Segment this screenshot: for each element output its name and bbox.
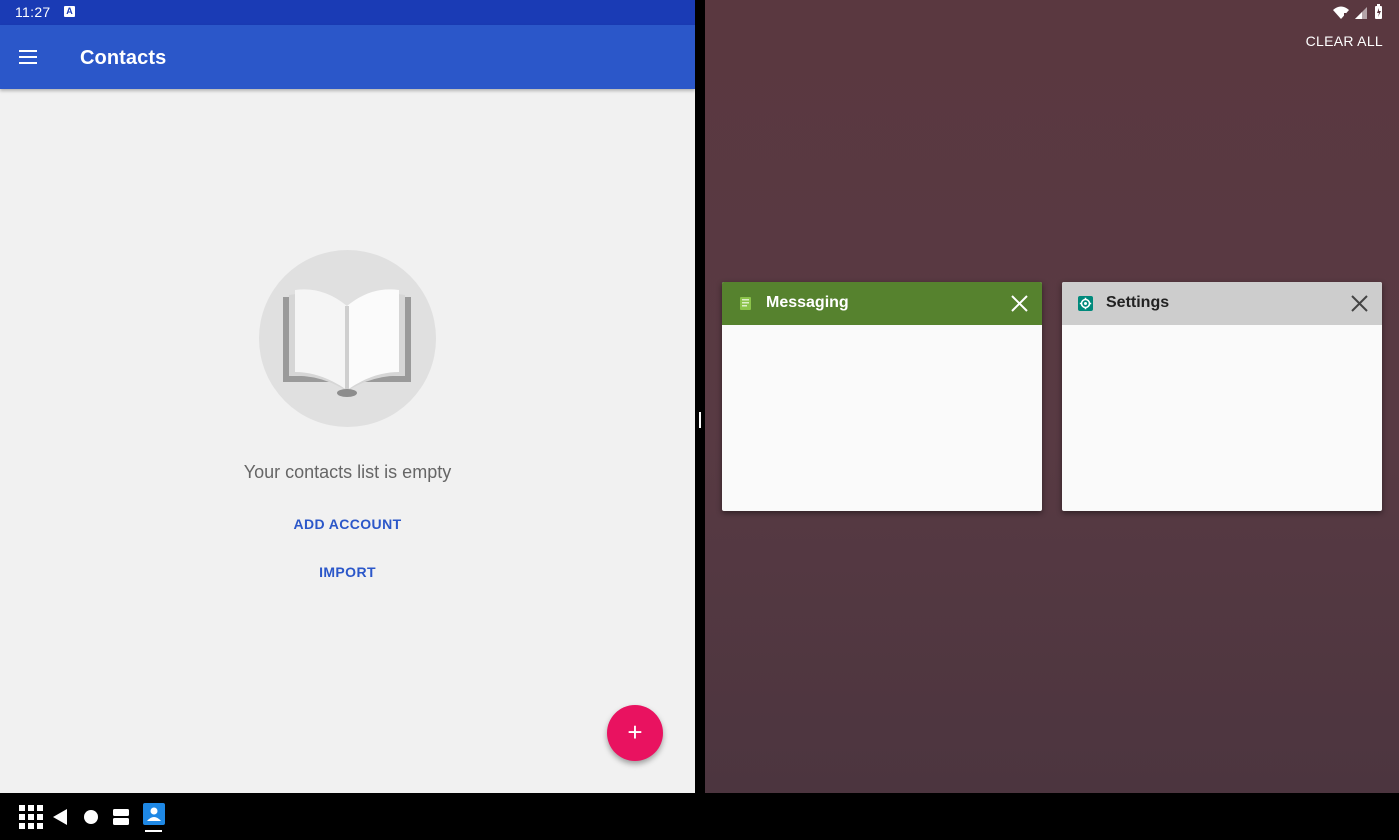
add-contact-fab[interactable]: + <box>607 705 663 761</box>
open-book-icon <box>283 289 411 397</box>
messaging-icon <box>740 297 751 310</box>
back-icon[interactable] <box>50 804 76 830</box>
taskbar <box>0 793 1399 840</box>
active-app-indicator <box>145 830 162 832</box>
close-icon[interactable] <box>1009 293 1030 314</box>
status-time: 11:27 <box>15 4 51 20</box>
notification-a-icon: A <box>64 6 75 17</box>
recents-pane: CLEAR ALL Messaging Settings <box>705 0 1399 793</box>
overview-icon[interactable] <box>108 804 134 830</box>
import-button[interactable]: IMPORT <box>0 564 695 580</box>
task-card-title: Settings <box>1106 294 1170 311</box>
empty-book-illustration <box>259 250 436 427</box>
app-bar: Contacts <box>0 25 695 89</box>
recent-task-card-settings[interactable]: Settings <box>1062 282 1382 511</box>
close-icon[interactable] <box>1349 293 1370 314</box>
add-account-button[interactable]: ADD ACCOUNT <box>0 516 695 532</box>
app-drawer-icon[interactable] <box>18 804 44 830</box>
recent-task-card-messaging[interactable]: Messaging <box>722 282 1042 511</box>
divider-handle[interactable] <box>699 412 701 428</box>
battery-icon <box>1375 4 1382 19</box>
status-icons <box>1333 4 1382 19</box>
settings-icon <box>1078 296 1093 311</box>
clear-all-button[interactable]: CLEAR ALL <box>1306 33 1383 49</box>
signal-icon <box>1355 7 1367 19</box>
split-screen-divider[interactable] <box>695 0 705 793</box>
plus-icon: + <box>627 717 643 747</box>
task-card-header: Messaging <box>722 282 1042 325</box>
empty-state-message: Your contacts list is empty <box>243 462 452 482</box>
task-card-title: Messaging <box>766 294 849 311</box>
home-icon[interactable] <box>80 804 106 830</box>
page-title: Contacts <box>80 47 167 69</box>
contacts-icon[interactable] <box>142 802 166 826</box>
wifi-icon <box>1333 6 1349 19</box>
status-bar: 11:27 A <box>0 0 695 25</box>
menu-icon[interactable] <box>17 47 39 67</box>
task-card-header: Settings <box>1062 282 1382 325</box>
contacts-app-pane: 11:27 A Contacts Your contacts list is e… <box>0 0 695 793</box>
